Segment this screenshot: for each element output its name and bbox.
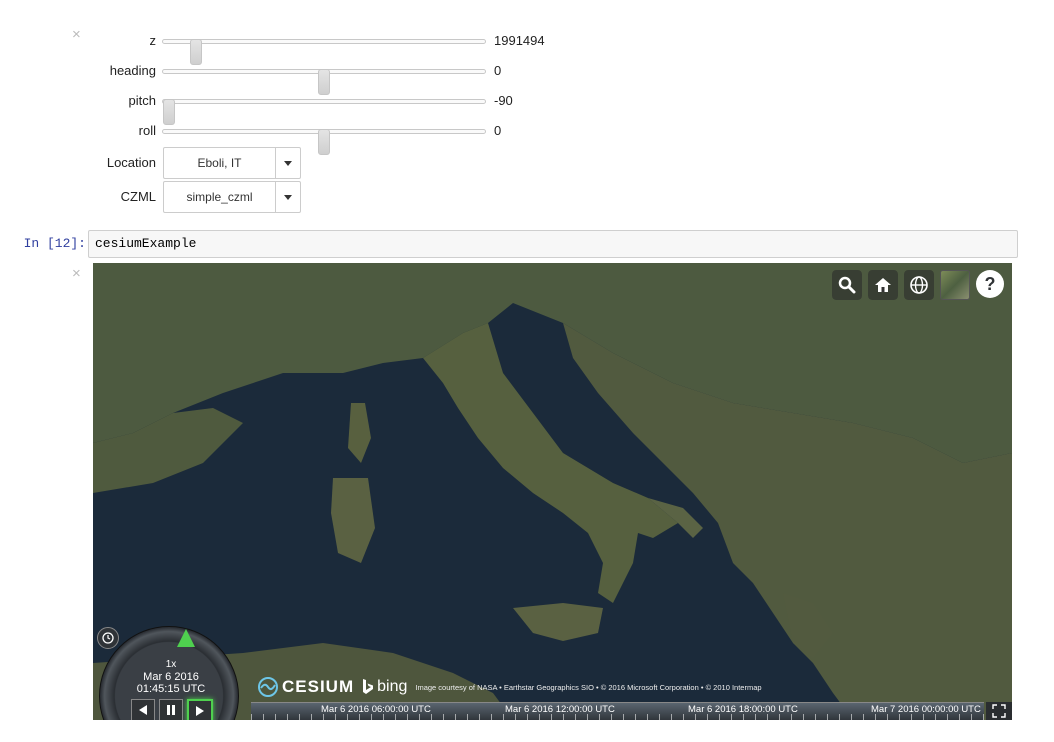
close-cell-output-icon[interactable]: × [72,266,81,281]
bing-logo-text: bing [377,678,408,695]
home-icon[interactable] [868,270,898,300]
timeline-ticks [251,714,984,720]
cesium-logo-icon [258,677,278,697]
chevron-down-icon[interactable] [275,182,300,212]
cesium-logo-text: CESIUM [282,677,355,696]
code-cell-input[interactable]: cesiumExample [88,230,1018,258]
dropdown-selected-value: Eboli, IT [197,156,242,170]
viewer-toolbar: ? [832,270,1004,300]
animation-speed: 1x [165,659,177,670]
slider-row-heading: heading 0 [90,60,610,95]
slider-track[interactable] [162,99,486,125]
chevron-down-icon[interactable] [275,148,300,178]
fullscreen-icon [992,704,1006,718]
code-text[interactable]: cesiumExample [95,236,196,251]
slider-row-pitch: pitch -90 [90,90,610,125]
animation-date: Mar 6 2016 [143,671,199,683]
animation-widget: 1x Mar 6 2016 01:45:15 UTC [93,621,253,720]
cesium-logo[interactable]: CESIUM [258,677,354,697]
slider-track[interactable] [162,129,486,155]
dropdown-row-czml: CZML simple_czml [90,181,350,213]
search-icon[interactable] [832,270,862,300]
dropdown-row-location: Location Eboli, IT [90,147,350,179]
play-forward-button[interactable] [187,699,213,720]
credits-bar: CESIUM bing Image courtesy of NASA • Ear… [258,677,762,697]
timeline[interactable]: Mar 6 2016 06:00:00 UTC Mar 6 2016 12:00… [251,702,984,720]
help-icon[interactable]: ? [976,270,1004,298]
slider-row-roll: roll 0 [90,120,610,155]
location-dropdown[interactable]: Eboli, IT [163,147,301,179]
pause-icon [167,705,175,715]
slider-value: -90 [494,93,513,108]
cell-prompt: In [12]: [23,236,86,251]
bing-logo[interactable]: bing [362,678,407,696]
slider-value: 0 [494,63,502,78]
play-forward-icon [196,706,204,716]
clock-icon[interactable] [97,627,119,649]
slider-track[interactable] [162,39,486,65]
czml-dropdown[interactable]: simple_czml [163,181,301,213]
play-reverse-button[interactable] [131,699,155,720]
slider-label: pitch [128,93,156,108]
close-widget-output-icon[interactable]: × [72,27,81,42]
slider-value: 1991494 [494,33,545,48]
pause-button[interactable] [159,699,183,720]
slider-label: heading [109,63,156,78]
dropdown-selected-value: simple_czml [186,190,253,204]
fullscreen-button[interactable] [986,702,1012,720]
slider-row-z: z 1991494 [90,30,610,65]
animation-time: 01:45:15 UTC [136,683,206,695]
dropdown-label: Location [106,155,156,170]
slider-value: 0 [494,123,502,138]
slider-track[interactable] [162,69,486,95]
imagery-attribution: Image courtesy of NASA • Earthstar Geogr… [415,682,762,692]
cesium-viewer[interactable]: ? CESIUM bing Image courtesy of NASA • E… [93,263,1012,720]
globe-icon[interactable] [904,270,934,300]
bing-logo-icon [363,679,374,694]
dropdown-label: CZML [120,189,156,204]
slider-label: roll [138,123,156,138]
play-reverse-icon [139,705,147,715]
imagery-layer-icon[interactable] [940,270,970,300]
slider-label: z [149,33,157,48]
speed-needle-icon[interactable] [177,629,195,647]
